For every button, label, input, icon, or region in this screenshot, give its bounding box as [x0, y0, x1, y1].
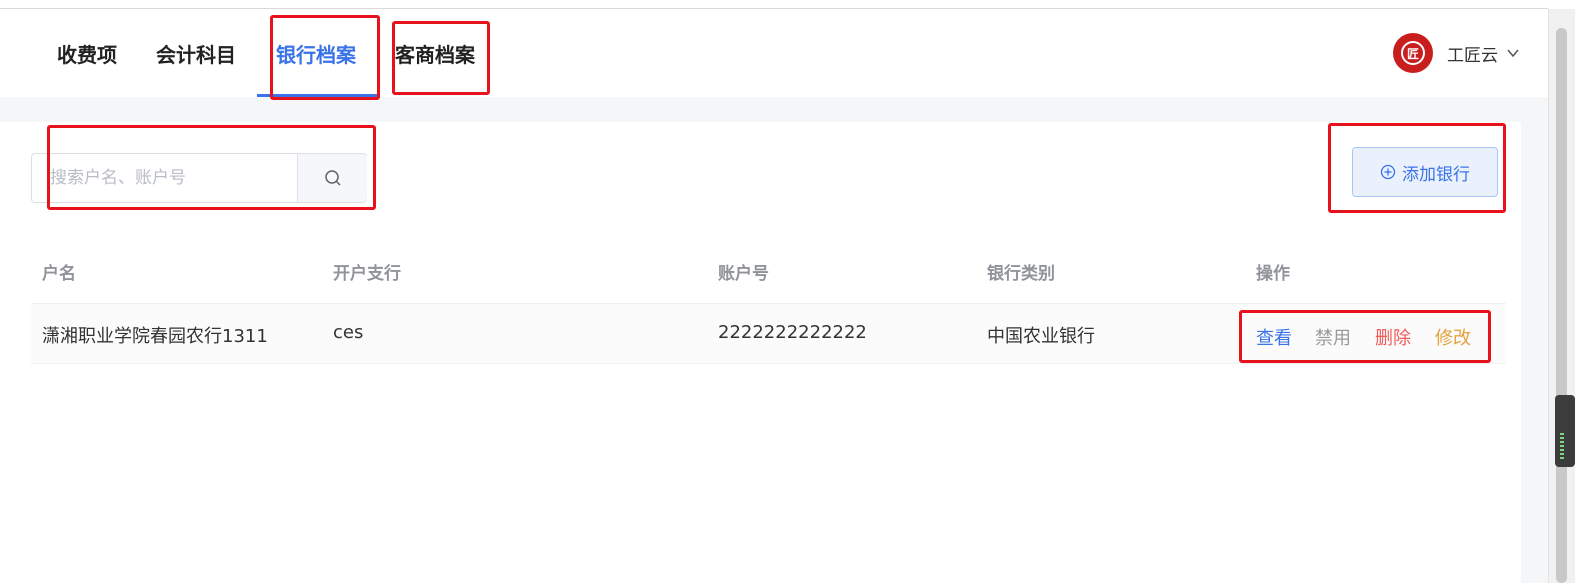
column-header-account-name: 户名 [42, 264, 76, 284]
column-header-account-no: 账户号 [718, 264, 769, 284]
column-header-branch: 开户支行 [333, 264, 401, 284]
header-bar: 收费项 会计科目 银行档案 客商档案 匠 工匠云 [0, 9, 1548, 97]
search-button[interactable] [297, 154, 367, 202]
tab-accounting-subjects[interactable]: 会计科目 [156, 39, 236, 68]
user-menu[interactable]: 匠 工匠云 [1393, 33, 1520, 73]
content-divider [0, 97, 1548, 122]
cell-account-no: 2222222222222 [718, 322, 867, 343]
logo-icon: 匠 [1401, 41, 1425, 65]
add-bank-button[interactable]: 添加银行 [1352, 147, 1498, 197]
view-link[interactable]: 查看 [1256, 324, 1292, 350]
plus-circle-icon [1380, 164, 1396, 180]
scrollbar-thumb[interactable] [1556, 28, 1567, 583]
tab-fee-items[interactable]: 收费项 [57, 39, 117, 68]
avatar[interactable]: 匠 [1393, 33, 1433, 73]
cell-branch: ces [333, 322, 364, 343]
content-gutter [1521, 122, 1548, 583]
column-header-actions: 操作 [1256, 264, 1290, 284]
edit-link[interactable]: 修改 [1435, 324, 1471, 350]
level-meter-icon [1560, 433, 1564, 459]
delete-link[interactable]: 删除 [1375, 324, 1411, 350]
disable-link[interactable]: 禁用 [1315, 324, 1351, 350]
tab-bank-archive[interactable]: 银行档案 [276, 39, 356, 68]
cell-account-name: 潇湘职业学院春园农行1311 [42, 326, 268, 347]
cell-bank-type: 中国农业银行 [987, 326, 1095, 347]
user-name[interactable]: 工匠云 [1447, 41, 1498, 66]
chevron-down-icon[interactable] [1506, 46, 1520, 60]
search-input[interactable] [32, 154, 296, 202]
search-icon [324, 170, 341, 186]
column-header-bank-type: 银行类别 [987, 264, 1055, 284]
add-bank-label: 添加银行 [1402, 164, 1470, 185]
floating-widget[interactable] [1555, 395, 1575, 467]
search-box [31, 153, 367, 203]
tab-customer-archive[interactable]: 客商档案 [395, 39, 475, 68]
